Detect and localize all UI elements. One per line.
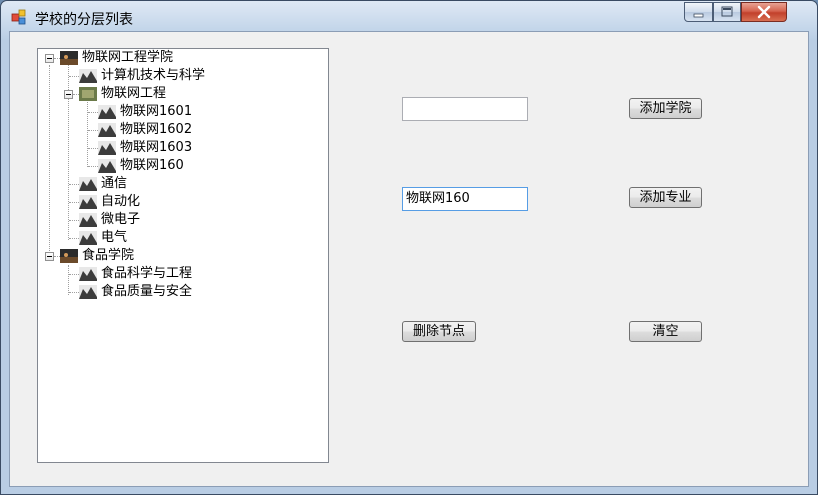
- tree-node-major[interactable]: 通信: [38, 175, 318, 193]
- major-image-icon: [79, 177, 97, 191]
- tree-node-major[interactable]: 物联网工程: [38, 85, 318, 103]
- tree-node-label: 计算机技术与科学: [101, 68, 206, 83]
- collapse-icon[interactable]: [45, 252, 54, 261]
- tree-node-label: 物联网1602: [120, 122, 193, 137]
- clear-button[interactable]: 清空: [629, 321, 702, 342]
- tree-node-label: 物联网1603: [120, 140, 193, 155]
- tree-node-label: 通信: [101, 176, 128, 191]
- maximize-button[interactable]: [713, 2, 741, 22]
- minimize-icon: [693, 13, 704, 18]
- tree-node-major[interactable]: 自动化: [38, 193, 318, 211]
- tree-node-college[interactable]: 物联网工程学院: [38, 49, 318, 67]
- app-icon: [11, 9, 26, 25]
- tree-node-label: 电气: [101, 230, 128, 245]
- tree-node-class[interactable]: 物联网1602: [38, 121, 318, 139]
- major-image-icon: [79, 69, 97, 83]
- tree-node-major[interactable]: 电气: [38, 229, 318, 247]
- tree-node-class[interactable]: 物联网1603: [38, 139, 318, 157]
- add-major-button[interactable]: 添加专业: [629, 187, 702, 208]
- class-image-icon: [98, 141, 116, 155]
- collapse-icon[interactable]: [64, 90, 73, 99]
- tree-node-major[interactable]: 计算机技术与科学: [38, 67, 318, 85]
- tree-node-college[interactable]: 食品学院: [38, 247, 318, 265]
- major-image-icon: [79, 213, 97, 227]
- college-image-icon: [60, 249, 78, 263]
- tree-node-label: 食品质量与安全: [101, 284, 193, 299]
- tree-node-label: 自动化: [101, 194, 141, 209]
- college-name-input[interactable]: [402, 97, 528, 121]
- tree-node-major[interactable]: 食品科学与工程: [38, 265, 318, 283]
- tree-node-label: 食品科学与工程: [101, 266, 193, 281]
- delete-node-button[interactable]: 删除节点: [402, 321, 476, 342]
- minimize-button[interactable]: [684, 2, 713, 22]
- class-image-icon: [98, 123, 116, 137]
- school-tree-view[interactable]: 物联网工程学院 计算机技术与科学 物联网工程 物联网1601 物联网1602 物…: [37, 48, 329, 463]
- major-image-icon: [79, 231, 97, 245]
- tree-node-label: 微电子: [101, 212, 141, 227]
- tree-node-class[interactable]: 物联网160: [38, 157, 318, 175]
- major-image-icon: [79, 195, 97, 209]
- major-image-icon: [79, 285, 97, 299]
- major-name-input[interactable]: 物联网160: [402, 187, 528, 211]
- maximize-icon: [721, 6, 733, 17]
- tree-node-label: 物联网工程学院: [82, 50, 174, 65]
- major-image-icon: [79, 267, 97, 281]
- tree-node-major[interactable]: 食品质量与安全: [38, 283, 318, 301]
- tree-node-label: 物联网160: [120, 158, 184, 173]
- tree-node-class[interactable]: 物联网1601: [38, 103, 318, 121]
- close-icon: [757, 5, 771, 19]
- window-title: 学校的分层列表: [35, 12, 133, 28]
- collapse-icon[interactable]: [45, 54, 54, 63]
- tree-node-label: 食品学院: [82, 248, 135, 263]
- major-image-icon: [79, 87, 97, 101]
- tree-node-label: 物联网工程: [101, 86, 167, 101]
- tree-node-label: 物联网1601: [120, 104, 193, 119]
- add-college-button[interactable]: 添加学院: [629, 98, 702, 119]
- college-image-icon: [60, 51, 78, 65]
- close-button[interactable]: [741, 2, 787, 22]
- tree-node-major[interactable]: 微电子: [38, 211, 318, 229]
- title-bar[interactable]: 学校的分层列表: [1, 1, 817, 31]
- class-image-icon: [98, 159, 116, 173]
- class-image-icon: [98, 105, 116, 119]
